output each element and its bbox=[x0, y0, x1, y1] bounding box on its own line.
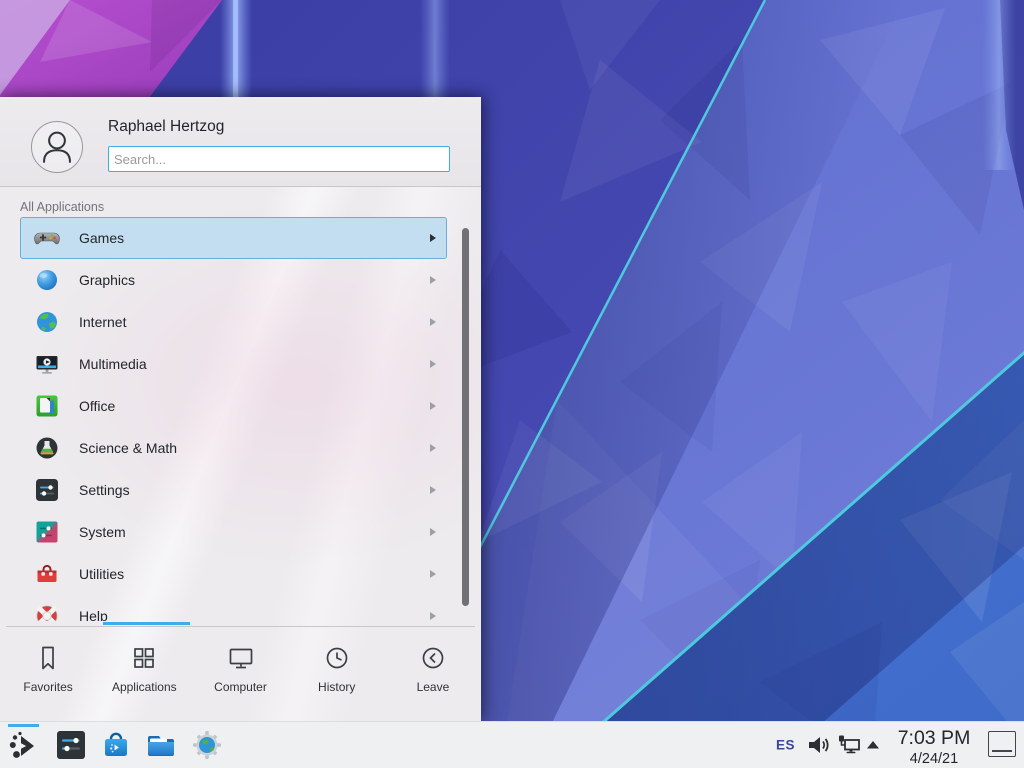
tab-bar: Favorites Applications C bbox=[0, 627, 481, 721]
applications-icon bbox=[129, 643, 159, 673]
search-input[interactable] bbox=[108, 146, 450, 172]
tab-label: History bbox=[318, 680, 355, 694]
application-launcher-menu: Raphael Hertzog All Applications bbox=[0, 97, 481, 721]
games-icon bbox=[33, 224, 61, 252]
volume-icon[interactable] bbox=[806, 732, 832, 758]
tab-computer[interactable]: Computer bbox=[192, 627, 288, 721]
launcher-header: Raphael Hertzog bbox=[0, 97, 481, 187]
submenu-arrow-icon bbox=[428, 611, 438, 621]
taskbar: ES 7:03 PM 4/24/21 bbox=[0, 721, 1024, 768]
menu-item-label: Utilities bbox=[79, 566, 124, 582]
user-icon bbox=[32, 122, 82, 172]
menu-item-label: Games bbox=[79, 230, 124, 246]
office-icon bbox=[33, 392, 61, 420]
submenu-arrow-icon bbox=[428, 485, 438, 495]
clock-time: 7:03 PM bbox=[888, 729, 980, 749]
active-tab-indicator bbox=[103, 622, 190, 625]
user-name: Raphael Hertzog bbox=[108, 118, 224, 136]
launcher-button[interactable] bbox=[7, 728, 41, 762]
digital-clock[interactable]: 7:03 PM 4/24/21 bbox=[888, 725, 980, 766]
menu-item-office[interactable]: Office bbox=[20, 385, 447, 427]
history-icon bbox=[322, 643, 352, 673]
keyboard-layout-indicator[interactable]: ES bbox=[776, 738, 795, 753]
favorites-icon bbox=[33, 643, 63, 673]
discover-taskbar-button[interactable] bbox=[99, 728, 133, 762]
graphics-icon bbox=[33, 266, 61, 294]
web-browser-icon bbox=[190, 728, 224, 762]
category-list: Games Graphics bbox=[0, 217, 481, 621]
file-manager-icon bbox=[144, 728, 178, 762]
utilities-icon bbox=[33, 560, 61, 588]
menu-item-games[interactable]: Games bbox=[20, 217, 447, 259]
menu-item-multimedia[interactable]: Multimedia bbox=[20, 343, 447, 385]
menu-item-label: Office bbox=[79, 398, 115, 414]
submenu-arrow-icon bbox=[428, 275, 438, 285]
menu-item-label: Settings bbox=[79, 482, 130, 498]
menu-item-label: Help bbox=[79, 608, 108, 621]
menu-item-label: System bbox=[79, 524, 126, 540]
clock-date: 4/24/21 bbox=[888, 752, 980, 767]
multimedia-icon bbox=[33, 350, 61, 378]
tab-label: Favorites bbox=[23, 680, 72, 694]
tab-history[interactable]: History bbox=[289, 627, 385, 721]
menu-item-label: Science & Math bbox=[79, 440, 177, 456]
expand-tray-caret-icon[interactable] bbox=[864, 736, 882, 754]
system-settings-taskbar-button[interactable] bbox=[54, 728, 88, 762]
tab-label: Leave bbox=[417, 680, 450, 694]
network-icon[interactable] bbox=[836, 732, 862, 758]
submenu-arrow-icon bbox=[428, 233, 438, 243]
scrollbar[interactable] bbox=[462, 228, 469, 606]
menu-item-label: Internet bbox=[79, 314, 126, 330]
avatar[interactable] bbox=[31, 121, 83, 173]
section-label: All Applications bbox=[20, 200, 104, 214]
submenu-arrow-icon bbox=[428, 569, 438, 579]
submenu-arrow-icon bbox=[428, 317, 438, 327]
internet-icon bbox=[33, 308, 61, 336]
menu-item-internet[interactable]: Internet bbox=[20, 301, 447, 343]
active-task-indicator bbox=[8, 724, 39, 727]
tab-label: Computer bbox=[214, 680, 267, 694]
menu-item-science-math[interactable]: Science & Math bbox=[20, 427, 447, 469]
tab-applications[interactable]: Applications bbox=[96, 627, 192, 721]
menu-item-system[interactable]: System bbox=[20, 511, 447, 553]
submenu-arrow-icon bbox=[428, 401, 438, 411]
show-desktop-button[interactable] bbox=[988, 731, 1016, 757]
settings-icon bbox=[33, 476, 61, 504]
system-icon bbox=[33, 518, 61, 546]
dolphin-taskbar-button[interactable] bbox=[144, 728, 178, 762]
konqueror-taskbar-button[interactable] bbox=[190, 728, 224, 762]
science-icon bbox=[33, 434, 61, 462]
menu-item-label: Graphics bbox=[79, 272, 135, 288]
submenu-arrow-icon bbox=[428, 443, 438, 453]
desktop: Raphael Hertzog All Applications bbox=[0, 0, 1024, 768]
tab-label: Applications bbox=[112, 680, 177, 694]
discover-icon bbox=[99, 728, 133, 762]
system-settings-icon bbox=[54, 728, 88, 762]
menu-item-settings[interactable]: Settings bbox=[20, 469, 447, 511]
kde-launcher-icon bbox=[7, 728, 41, 762]
menu-item-graphics[interactable]: Graphics bbox=[20, 259, 447, 301]
tab-favorites[interactable]: Favorites bbox=[0, 627, 96, 721]
tab-leave[interactable]: Leave bbox=[385, 627, 481, 721]
menu-item-help[interactable]: Help bbox=[20, 595, 447, 621]
leave-icon bbox=[418, 643, 448, 673]
help-icon bbox=[33, 602, 61, 621]
submenu-arrow-icon bbox=[428, 359, 438, 369]
menu-item-utilities[interactable]: Utilities bbox=[20, 553, 447, 595]
computer-icon bbox=[226, 643, 256, 673]
submenu-arrow-icon bbox=[428, 527, 438, 537]
menu-item-label: Multimedia bbox=[79, 356, 147, 372]
